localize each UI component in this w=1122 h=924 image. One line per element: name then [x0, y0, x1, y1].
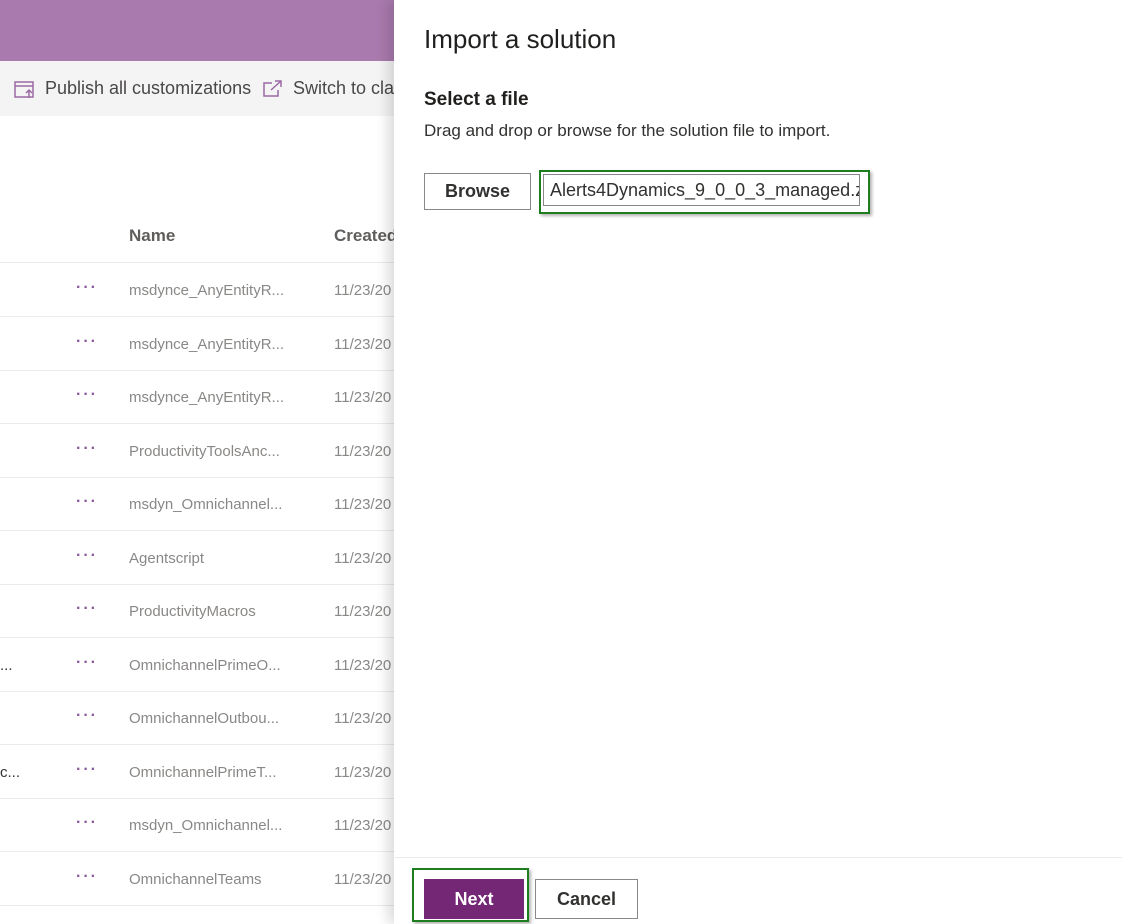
table-row[interactable]: ··· msdynce_AnyEntityR... 11/23/20	[0, 263, 400, 317]
table-row[interactable]: ··· msdyn_Omnichannel... 11/23/20	[0, 477, 400, 531]
select-file-heading: Select a file	[424, 89, 529, 110]
select-file-description: Drag and drop or browse for the solution…	[424, 121, 831, 140]
next-button[interactable]: Next	[424, 879, 524, 919]
solution-name-cell[interactable]: ProductivityMacros	[129, 603, 256, 620]
created-date-cell: 11/23/20	[334, 817, 392, 834]
solution-name-cell[interactable]: ProductivityToolsAnc...	[129, 443, 280, 460]
more-options-icon[interactable]: ···	[76, 386, 98, 404]
created-date-cell: 11/23/20	[334, 710, 392, 727]
more-options-icon[interactable]: ···	[76, 440, 98, 458]
more-options-icon[interactable]: ···	[76, 654, 98, 672]
file-highlight	[539, 170, 870, 214]
solution-name-cell[interactable]: msdyn_Omnichannel...	[129, 817, 282, 834]
switch-to-classic-label: Switch to classic	[293, 78, 400, 98]
table-row[interactable]: ··· ProductivityToolsAnc... 11/23/20	[0, 424, 400, 478]
solution-name-cell[interactable]: OmnichannelPrimeO...	[129, 657, 281, 674]
table-row[interactable]: ··· msdynce_AnyEntityR... 11/23/20	[0, 370, 400, 424]
solution-name-cell[interactable]: Agentscript	[129, 550, 204, 567]
browse-button[interactable]: Browse	[424, 173, 531, 210]
truncated-cell: c...	[0, 763, 21, 781]
solution-name-cell[interactable]: msdynce_AnyEntityR...	[129, 282, 284, 299]
table-row[interactable]: c... ··· OmnichannelPrimeT... 11/23/20	[0, 745, 400, 799]
column-header-created[interactable]: Created	[334, 226, 397, 246]
footer-divider	[394, 857, 1122, 858]
solution-name-cell[interactable]: msdyn_Omnichannel...	[129, 496, 282, 513]
solution-name-cell[interactable]: msdynce_AnyEntityR...	[129, 389, 284, 406]
solution-name-cell[interactable]: msdynce_AnyEntityR...	[129, 336, 284, 353]
open-external-icon	[263, 79, 282, 97]
table-row[interactable]: ··· ProductivityMacros 11/23/20	[0, 584, 400, 638]
created-date-cell: 11/23/20	[334, 389, 392, 406]
more-options-icon[interactable]: ···	[76, 493, 98, 511]
created-date-cell: 11/23/20	[334, 603, 392, 620]
more-options-icon[interactable]: ···	[76, 600, 98, 618]
more-options-icon[interactable]: ···	[76, 707, 98, 725]
created-date-cell: 11/23/20	[334, 870, 392, 888]
publish-all-label: Publish all customizations	[45, 78, 252, 98]
solution-name-cell[interactable]: OmnichannelOutbou...	[129, 710, 279, 727]
column-header-name[interactable]: Name	[129, 226, 175, 246]
more-options-icon[interactable]: ···	[76, 333, 98, 351]
solution-name-cell[interactable]: OmnichannelTeams	[129, 871, 262, 888]
created-date-cell: 11/23/20	[334, 335, 392, 353]
more-options-icon[interactable]: ···	[76, 279, 98, 297]
solution-name-cell[interactable]: OmnichannelPrimeT...	[129, 764, 277, 781]
created-date-cell: 11/23/20	[334, 442, 392, 460]
created-date-cell: 11/23/20	[334, 496, 392, 513]
solutions-page-background: Publish all customizations Switch to cla…	[0, 0, 400, 924]
table-row[interactable]: ··· msdynce_AnyEntityR... 11/23/20	[0, 317, 400, 371]
created-date-cell: 11/23/20	[334, 656, 392, 674]
switch-to-classic-button[interactable]: Switch to classic	[262, 61, 400, 116]
created-date-cell: 11/23/20	[334, 549, 392, 567]
table-row[interactable]: ··· Agentscript 11/23/20	[0, 531, 400, 585]
created-date-cell: 11/23/20	[334, 763, 392, 781]
publish-all-button[interactable]: Publish all customizations	[14, 61, 251, 116]
table-row[interactable]: ··· OmnichannelOutbou... 11/23/20	[0, 691, 400, 745]
publish-icon	[14, 80, 34, 98]
panel-title: Import a solution	[424, 24, 617, 54]
created-date-cell: 11/23/20	[334, 282, 392, 299]
import-solution-panel: Import a solution Select a file Drag and…	[394, 0, 1122, 924]
more-options-icon[interactable]: ···	[76, 814, 98, 832]
more-options-icon[interactable]: ···	[76, 547, 98, 565]
cancel-button[interactable]: Cancel	[535, 879, 638, 919]
command-bar: Publish all customizations Switch to cla…	[0, 61, 400, 116]
more-options-icon[interactable]: ···	[76, 868, 98, 886]
table-row[interactable]: ··· msdyn_Omnichannel... 11/23/20	[0, 798, 400, 852]
truncated-cell: ...	[0, 656, 13, 674]
table-row[interactable]: ... ··· OmnichannelPrimeO... 11/23/20	[0, 638, 400, 692]
app-header-bar	[0, 0, 400, 61]
table-row[interactable]: ··· OmnichannelTeams 11/23/20	[0, 852, 400, 906]
more-options-icon[interactable]: ···	[76, 761, 98, 779]
file-name-field[interactable]	[543, 174, 860, 206]
